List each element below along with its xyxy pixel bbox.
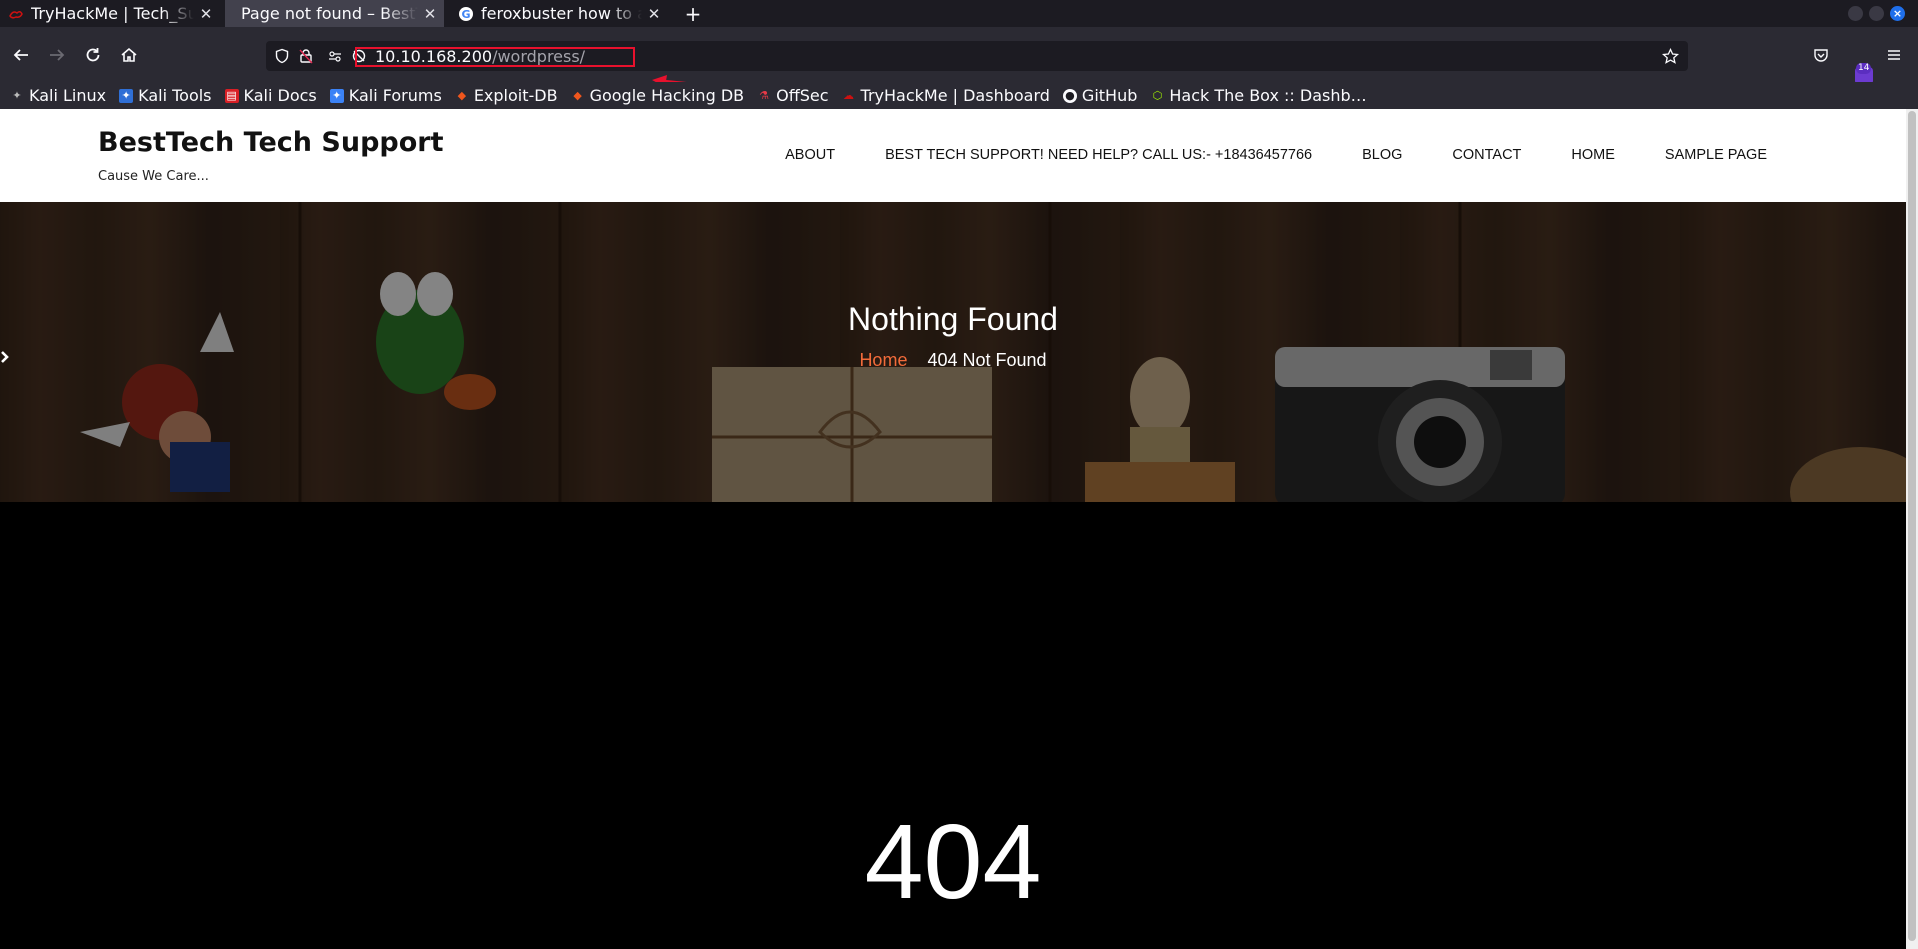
breadcrumb-current: 404 Not Found (927, 350, 1047, 370)
extension-badge-count: 14 (1856, 63, 1872, 74)
hackthebox-icon: ⬡ (1152, 89, 1163, 102)
bookmark-github[interactable]: ● GitHub (1062, 86, 1138, 105)
tryhackme-icon: ☁ (843, 89, 855, 102)
close-tab-icon[interactable]: ✕ (646, 5, 662, 23)
ghdb-icon: ◆ (573, 89, 582, 102)
bookmark-label: Kali Linux (29, 86, 107, 105)
bookmark-hack-the-box[interactable]: ⬡ Hack The Box :: Dashb… (1150, 86, 1367, 105)
url-bar[interactable]: 10.10.168.200/wordpress/ (266, 41, 1688, 71)
scrollbar-thumb[interactable] (1908, 111, 1916, 941)
bookmark-exploit-db[interactable]: ◆ Exploit-DB (455, 86, 558, 105)
page-viewport: BestTech Tech Support Cause We Care... A… (0, 109, 1918, 949)
bookmark-star-icon[interactable] (1662, 41, 1679, 71)
site-title[interactable]: BestTech Tech Support (98, 127, 444, 158)
offsec-icon: ⚗ (759, 89, 770, 102)
error-message-partial (0, 935, 1906, 949)
page-content: 404 (0, 502, 1906, 949)
annotation-highlight-box (355, 47, 635, 67)
tab-title: Page not found – BestTech (241, 4, 418, 23)
reload-icon[interactable] (78, 27, 108, 82)
page-title: Nothing Found (848, 301, 1058, 337)
kali-icon: ✦ (12, 89, 22, 102)
bookmark-label: Kali Tools (138, 86, 212, 105)
nav-best-tech-support[interactable]: BEST TECH SUPPORT! NEED HELP? CALL US:- … (885, 147, 1312, 163)
bookmark-label: OffSec (776, 86, 829, 105)
exploitdb-icon: ◆ (457, 89, 467, 102)
home-icon[interactable] (114, 27, 144, 82)
navigation-toolbar: 10.10.168.200/wordpress/ 14 (0, 27, 1918, 87)
bookmarks-toolbar: ✦ Kali Linux ✦ Kali Tools ▤ Kali Docs ✦ Kali… (0, 82, 1918, 109)
bookmark-label: Kali Docs (243, 86, 317, 105)
pocket-icon[interactable] (1813, 27, 1829, 82)
tab-feroxbuster[interactable]: G feroxbuster how to avoi ✕ (450, 0, 668, 27)
bookmark-kali-forums[interactable]: ✦ Kali Forums (329, 86, 442, 105)
bookmark-google-hacking-db[interactable]: ◆ Google Hacking DB (571, 86, 745, 105)
breadcrumb: Home 404 Not Found (0, 350, 1906, 371)
bookmark-label: GitHub (1081, 86, 1138, 105)
tab-title: TryHackMe | Tech_Supp (31, 4, 194, 23)
nav-contact[interactable]: CONTACT (1452, 147, 1521, 163)
bookmark-kali-tools[interactable]: ✦ Kali Tools (119, 86, 212, 105)
error-code: 404 (864, 803, 1042, 921)
main-navigation: ABOUT BEST TECH SUPPORT! NEED HELP? CALL… (735, 147, 1767, 163)
minimize-window-icon[interactable] (1848, 6, 1863, 21)
nav-sample-page[interactable]: SAMPLE PAGE (1665, 147, 1767, 163)
site-header: BestTech Tech Support Cause We Care... A… (0, 109, 1906, 202)
nav-about[interactable]: ABOUT (785, 147, 835, 163)
kali-forums-icon: ✦ (329, 88, 344, 103)
close-tab-icon[interactable]: ✕ (422, 5, 438, 23)
permissions-icon[interactable] (328, 41, 342, 71)
bookmark-label: Google Hacking DB (589, 86, 745, 105)
breadcrumb-home-link[interactable]: Home (859, 350, 907, 371)
bookmark-label: Hack The Box :: Dashb… (1169, 86, 1367, 105)
svg-text:G: G (461, 8, 470, 21)
tryhackme-favicon-icon (8, 6, 24, 22)
bookmark-label: Kali Forums (348, 86, 442, 105)
bookmark-label: TryHackMe | Dashboard (860, 86, 1050, 105)
site-tagline: Cause We Care... (98, 169, 209, 184)
tab-page-not-found[interactable]: Page not found – BestTech ✕ (225, 0, 444, 27)
bookmark-label: Exploit-DB (473, 86, 558, 105)
page-hero-banner: Nothing Found Home 404 Not Found (0, 202, 1906, 502)
tab-strip: TryHackMe | Tech_Supp ✕ Page not found –… (0, 0, 1918, 27)
maximize-window-icon[interactable] (1869, 6, 1884, 21)
kali-docs-icon: ▤ (224, 88, 239, 103)
google-favicon-icon: G (458, 6, 474, 22)
menu-hamburger-icon[interactable] (1886, 27, 1902, 82)
kali-tools-icon: ✦ (119, 88, 134, 103)
github-icon: ● (1062, 88, 1077, 103)
close-window-icon[interactable]: × (1890, 6, 1905, 21)
bookmark-offsec[interactable]: ⚗ OffSec (757, 86, 828, 105)
tab-title: feroxbuster how to avoi (481, 4, 642, 23)
tab-tryhackme[interactable]: TryHackMe | Tech_Supp ✕ (0, 0, 220, 27)
page-scrollbar[interactable] (1906, 109, 1918, 949)
tracking-shield-icon[interactable] (274, 41, 290, 71)
nav-home[interactable]: HOME (1571, 147, 1615, 163)
bookmark-kali-linux[interactable]: ✦ Kali Linux (10, 86, 106, 105)
nav-blog[interactable]: BLOG (1362, 147, 1402, 163)
back-arrow-icon[interactable] (6, 27, 36, 82)
forward-arrow-icon[interactable] (42, 27, 72, 82)
new-tab-button[interactable]: + (682, 0, 704, 27)
bookmark-kali-docs[interactable]: ▤ Kali Docs (224, 86, 317, 105)
close-tab-icon[interactable]: ✕ (198, 5, 214, 23)
insecure-lock-icon[interactable] (298, 41, 314, 71)
bookmark-tryhackme[interactable]: ☁ TryHackMe | Dashboard (842, 86, 1050, 105)
